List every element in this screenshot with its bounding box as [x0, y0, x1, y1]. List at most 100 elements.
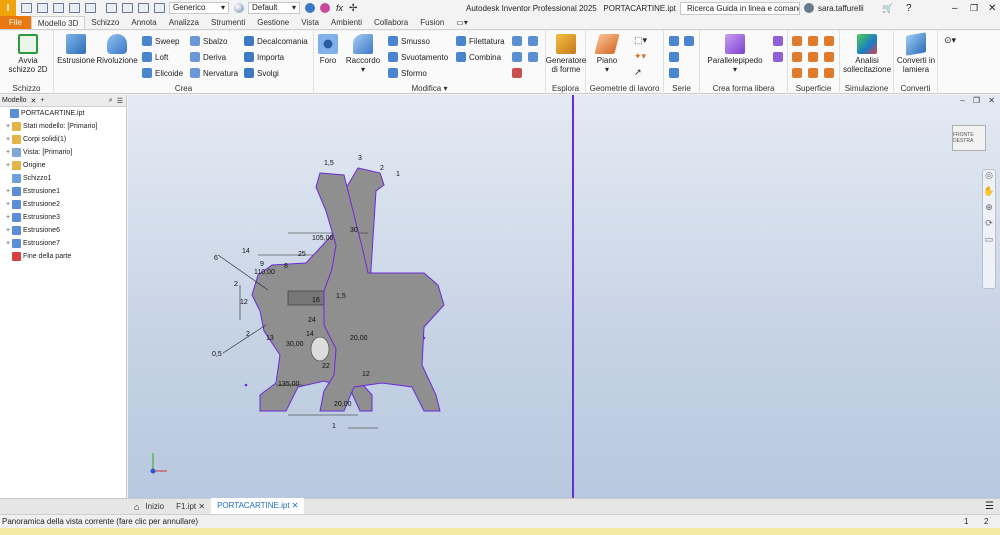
style-dropdown[interactable]: Generico ▾	[169, 2, 229, 14]
add-tab-icon[interactable]: +	[40, 97, 44, 104]
patch-icon[interactable]	[824, 36, 834, 46]
hole-button[interactable]: Foro	[316, 34, 340, 65]
emboss-button[interactable]: Sbalzo	[190, 35, 227, 47]
dimension-label[interactable]: 1,5	[324, 160, 334, 167]
freeform-face-icon[interactable]	[773, 36, 783, 46]
browser-node[interactable]: PORTACARTINE.ipt	[0, 107, 126, 120]
dimension-label[interactable]: 1	[332, 423, 336, 430]
dimension-label[interactable]: 14	[242, 248, 250, 255]
tab-analizza[interactable]: Analizza	[163, 16, 205, 29]
draft-button[interactable]: Sformo	[388, 67, 427, 79]
tab-gestione[interactable]: Gestione	[251, 16, 295, 29]
plane-button[interactable]: Piano ▾	[594, 34, 620, 74]
dimension-label[interactable]: 6	[214, 255, 218, 262]
doc-tab-f1[interactable]: F1.ipt ✕	[170, 499, 211, 515]
dimension-label[interactable]: 12	[240, 299, 248, 306]
unwrap-button[interactable]: Svolgi	[244, 67, 279, 79]
clear-appearance-icon[interactable]	[320, 3, 330, 13]
decal-button[interactable]: Decalcomania	[244, 35, 308, 47]
panel-title-modifica[interactable]: Modifica ▾	[314, 84, 545, 93]
restore-icon[interactable]: ❐	[970, 3, 978, 14]
minimize-icon[interactable]: –	[952, 3, 958, 14]
sketch-pattern-icon[interactable]	[669, 68, 679, 78]
dimension-label[interactable]: 24	[308, 317, 316, 324]
move-face-icon[interactable]	[528, 36, 538, 46]
expand-toggle-icon[interactable]: +	[4, 120, 12, 133]
tab-overflow-icon[interactable]: ▭▾	[450, 16, 474, 29]
rect-pattern-icon[interactable]	[669, 36, 679, 46]
ucs-icon[interactable]: ↗	[634, 67, 642, 78]
extrude-button[interactable]: Estrusione	[56, 34, 96, 65]
orbit-icon[interactable]: ⟳	[983, 218, 995, 234]
stress-analysis-button[interactable]: Analisi sollecitazione	[840, 34, 894, 74]
tab-fusion[interactable]: Fusion	[414, 16, 450, 29]
close-icon[interactable]: ✕	[292, 501, 299, 510]
dimension-label[interactable]: 22	[322, 363, 330, 370]
fx-parameters-icon[interactable]: fx	[336, 3, 343, 13]
replace-face-icon[interactable]	[824, 52, 834, 62]
appearance-dropdown[interactable]: Default ▾	[248, 2, 300, 14]
dimension-label[interactable]: 3	[358, 155, 362, 162]
derive-button[interactable]: Deriva	[190, 51, 226, 63]
browser-node[interactable]: + Estrusione7	[0, 237, 126, 250]
help-search-input[interactable]: Ricerca Guida in linea e comand	[680, 1, 800, 15]
close-icon[interactable]: ✕	[198, 502, 205, 511]
user-icon[interactable]	[804, 3, 814, 13]
doc-tab-portacartine[interactable]: PORTACARTINE.ipt ✕	[211, 497, 305, 516]
close-icon[interactable]: ✕	[988, 3, 996, 14]
dimension-label[interactable]: 16	[312, 297, 320, 304]
expand-toggle-icon[interactable]: +	[4, 133, 12, 146]
dimension-label[interactable]: 30	[350, 227, 358, 234]
tab-file[interactable]: File	[0, 16, 31, 29]
start-sketch-button[interactable]: Avvia schizzo 2D	[6, 34, 50, 74]
axis-icon[interactable]: ⬚▾	[634, 35, 647, 46]
dimension-label[interactable]: 13	[266, 335, 274, 342]
ruled-surface-icon[interactable]	[824, 68, 834, 78]
pan-icon[interactable]: ✋	[983, 186, 995, 202]
thicken-icon[interactable]	[528, 52, 538, 62]
coil-button[interactable]: Elicoide	[142, 67, 183, 79]
expand-toggle-icon[interactable]: +	[4, 159, 12, 172]
user-name[interactable]: sara.taffurelli	[818, 4, 864, 13]
circ-pattern-icon[interactable]	[669, 52, 679, 62]
tab-annota[interactable]: Annota	[125, 16, 162, 29]
browser-node[interactable]: Fine della parte	[0, 250, 126, 263]
thread-button[interactable]: Filettatura	[456, 35, 505, 47]
expand-toggle-icon[interactable]: +	[4, 185, 12, 198]
shape-generator-button[interactable]: Generatore di forme	[546, 34, 586, 74]
dimension-label[interactable]: 110,00	[254, 269, 275, 276]
home-icon[interactable]	[106, 3, 117, 13]
menu-icon[interactable]: ☰	[117, 97, 123, 105]
repair-icon[interactable]	[792, 68, 802, 78]
expand-toggle-icon[interactable]: +	[4, 237, 12, 250]
sculpt-icon[interactable]	[808, 36, 818, 46]
browser-node[interactable]: + Corpi solidi(1)	[0, 133, 126, 146]
freeform-box-button[interactable]: Parallelepipedo ▾	[704, 34, 766, 74]
dimension-label[interactable]: 0,5	[212, 351, 222, 358]
expand-toggle-icon[interactable]: +	[4, 146, 12, 159]
browser-node[interactable]: + Stati modello: [Primario]	[0, 120, 126, 133]
browser-node[interactable]: + Estrusione2	[0, 198, 126, 211]
split-icon[interactable]	[512, 36, 522, 46]
browser-node[interactable]: + Estrusione1	[0, 185, 126, 198]
add-icon[interactable]: ✢	[349, 3, 357, 14]
tab-ambienti[interactable]: Ambienti	[325, 16, 368, 29]
convert-sheet-button[interactable]: Converti in lamiera	[894, 32, 938, 74]
expand-toggle-icon[interactable]: +	[4, 211, 12, 224]
view-cube[interactable]: FRONTE DESTRA	[952, 125, 986, 151]
shell-button[interactable]: Svuotamento	[388, 51, 448, 63]
update-icon[interactable]	[138, 3, 149, 13]
tab-modello-3d[interactable]: Modello 3D	[30, 16, 86, 29]
open-file-icon[interactable]	[37, 3, 48, 13]
browser-tab-modello[interactable]: Modello	[2, 97, 27, 104]
browser-node[interactable]: + Origine	[0, 159, 126, 172]
chamfer-button[interactable]: Smusso	[388, 35, 430, 47]
viewport-window-controls[interactable]: – ❐ ✕	[960, 96, 998, 105]
dimension-label[interactable]: 30,00	[286, 341, 304, 348]
save-icon[interactable]	[53, 3, 64, 13]
browser-node[interactable]: + Estrusione6	[0, 224, 126, 237]
dimension-label[interactable]: 2	[234, 281, 238, 288]
tab-strumenti[interactable]: Strumenti	[205, 16, 251, 29]
expand-toggle-icon[interactable]: +	[4, 198, 12, 211]
inventor-logo[interactable]: I	[0, 0, 16, 16]
